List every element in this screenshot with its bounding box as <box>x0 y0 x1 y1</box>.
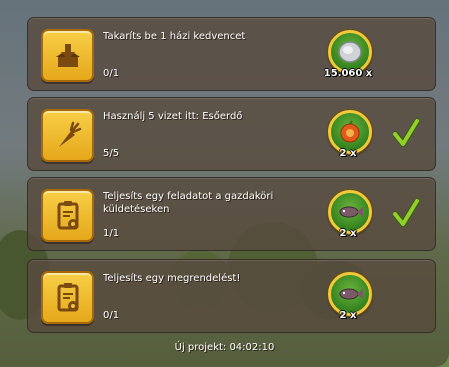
reward-amount: 15.060 x <box>323 68 373 79</box>
task-title: Használj 5 vizet itt: Esőerdő <box>103 111 243 122</box>
task-title: Takaríts be 1 házi kedvencet <box>103 31 246 42</box>
reward-amount: 2 x <box>339 310 357 321</box>
task-progress: 0/1 <box>103 310 120 321</box>
clipboard-badge-icon <box>57 282 78 311</box>
reward-amount: 2 x <box>339 228 357 239</box>
silver-coin-icon <box>338 41 362 63</box>
fruit-orange-icon <box>340 120 360 143</box>
fish-icon <box>339 206 363 218</box>
task-card: Teljesíts egy feladatot a gazdaköri küld… <box>27 177 436 251</box>
task-icon-box <box>41 29 94 82</box>
fish-icon <box>339 288 363 300</box>
checkmark-icon <box>393 118 419 147</box>
quest-panel: Takaríts be 1 házi kedvencet 0/1 15.060 … <box>0 0 449 367</box>
checkmark-icon <box>393 198 419 227</box>
task-title: Teljesíts egy megrendelést! <box>103 273 241 284</box>
task-icon-box <box>41 189 94 242</box>
task-icon-box <box>41 109 94 162</box>
task-card: Takaríts be 1 házi kedvencet 0/1 15.060 … <box>27 17 436 91</box>
task-progress: 5/5 <box>103 148 120 159</box>
task-progress: 0/1 <box>103 68 120 79</box>
task-title: Teljesíts egy feladatot a gazdaköri küld… <box>103 191 274 215</box>
clipboard-badge-icon <box>57 200 78 229</box>
new-project-timer: Új projekt: 04:02:10 <box>174 342 275 353</box>
task-card: Teljesíts egy megrendelést! 0/1 2 x <box>27 259 436 333</box>
task-icon-box <box>41 271 94 324</box>
box-download-icon <box>55 43 80 67</box>
reward-amount: 2 x <box>339 148 357 159</box>
carrot-icon <box>58 121 81 147</box>
task-progress: 1/1 <box>103 228 120 239</box>
task-card: Használj 5 vizet itt: Esőerdő 5/5 2 x <box>27 97 436 171</box>
